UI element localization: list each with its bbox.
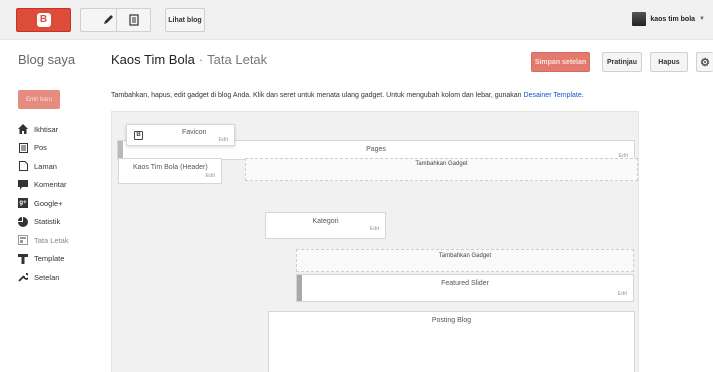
template-icon [18,253,28,264]
sidebar-item-template[interactable]: Template [18,250,69,269]
sidebar-item-tata-letak[interactable]: Tata Letak [18,231,69,250]
settings-gear-button[interactable]: ⚙ [696,52,713,72]
template-designer-link[interactable]: Desainer Template [524,92,582,99]
layout-description: Tambahkan, hapus, edit gadget di blog An… [111,92,584,99]
blogger-icon: B [36,13,51,27]
pencil-icon [103,15,113,24]
posts-icon [18,142,28,153]
sidebar-item-statistik[interactable]: Statistik [18,213,69,232]
edit-link[interactable]: Edit [370,226,379,232]
section-name: Tata Letak [207,52,268,67]
avatar [632,12,647,26]
drag-handle[interactable] [297,275,302,301]
comment-icon [18,179,28,190]
add-gadget-main[interactable]: Tambahkan Gadget [296,249,634,272]
layout-icon [18,235,28,246]
sidebar-item-label: Google+ [34,198,63,208]
sidebar-item-label: Laman [34,161,57,171]
description-text: Tambahkan, hapus, edit gadget di blog An… [111,92,524,99]
blogger-icon: B [134,131,143,140]
gadget-title: Favicon [182,129,207,136]
user-menu[interactable]: kaos tim bola ▼ [632,12,705,26]
add-gadget-label: Tambahkan Gadget [438,253,492,259]
gadget-posting-blog[interactable]: Posting Blog [268,311,635,372]
wrench-icon [18,272,28,282]
blogger-logo-button[interactable]: B [16,8,71,32]
posts-list-button[interactable] [116,8,151,32]
chevron-down-icon: ▼ [699,16,705,22]
top-bar: B Lihat blog kaos tim bola ▼ [0,0,713,40]
add-gadget-header[interactable]: Tambahkan Gadget [245,158,638,181]
preview-button[interactable]: Pratinjau [602,52,642,72]
save-button[interactable]: Simpan setelan [531,52,590,72]
pages-icon [18,161,28,172]
gadget-header[interactable]: Kaos Tim Bola (Header) Edit [118,158,222,184]
gadget-title: Featured Slider [441,280,489,287]
blog-saya-link[interactable]: Blog saya [18,52,75,67]
user-name: kaos tim bola [650,15,696,23]
new-post-button[interactable]: Entri baru [18,90,60,109]
title-separator: · [198,52,204,67]
gadget-title: Posting Blog [431,317,472,324]
sidebar-item-label: Pos [34,143,47,153]
edit-link[interactable]: Edit [206,173,215,179]
gear-icon: ⚙ [700,56,710,69]
view-blog-button[interactable]: Lihat blog [165,8,205,32]
document-icon [128,14,139,26]
add-gadget-label: Tambahkan Gadget [415,161,468,167]
sidebar-item-setelan[interactable]: Setelan [18,268,69,287]
sidebar-item-label: Ikhtisar [34,124,59,134]
sidebar-item-google-plus[interactable]: g+ Google+ [18,194,69,213]
sidebar-item-label: Komentar [34,180,67,190]
gadget-favicon[interactable]: B Favicon Edit [126,124,235,146]
gadget-featured-slider[interactable]: Featured Slider Edit [296,274,634,302]
sidebar-item-label: Tata Letak [34,235,69,245]
gadget-kategori[interactable]: Kategori Edit [265,212,386,239]
blog-name: Kaos Tim Bola [111,52,195,67]
page-title: Kaos Tim Bola · Tata Letak [111,52,267,67]
layout-canvas: Pages Edit B Favicon Edit Kaos Tim Bola … [111,111,639,372]
sidebar-item-label: Statistik [34,217,61,227]
stats-icon [18,216,28,227]
description-end: . [581,92,584,99]
gadget-title: Pages [366,146,386,153]
sidebar-nav: Ikhtisar Pos Laman Komentar g+ Google+ S… [18,120,69,287]
sidebar-item-label: Template [34,254,65,264]
google-plus-icon: g+ [18,198,28,209]
sidebar-item-ikhtisar[interactable]: Ikhtisar [18,120,69,139]
gadget-title: Kaos Tim Bola (Header) [133,164,208,171]
sidebar-item-laman[interactable]: Laman [18,157,69,176]
gadget-title: Kategori [312,218,339,225]
edit-link[interactable]: Edit [219,137,228,143]
sidebar-item-pos[interactable]: Pos [18,139,69,158]
sidebar-item-komentar[interactable]: Komentar [18,176,69,195]
delete-button[interactable]: Hapus [650,52,688,72]
sidebar-item-label: Setelan [34,272,60,282]
edit-link[interactable]: Edit [618,291,627,297]
home-icon [18,124,28,135]
